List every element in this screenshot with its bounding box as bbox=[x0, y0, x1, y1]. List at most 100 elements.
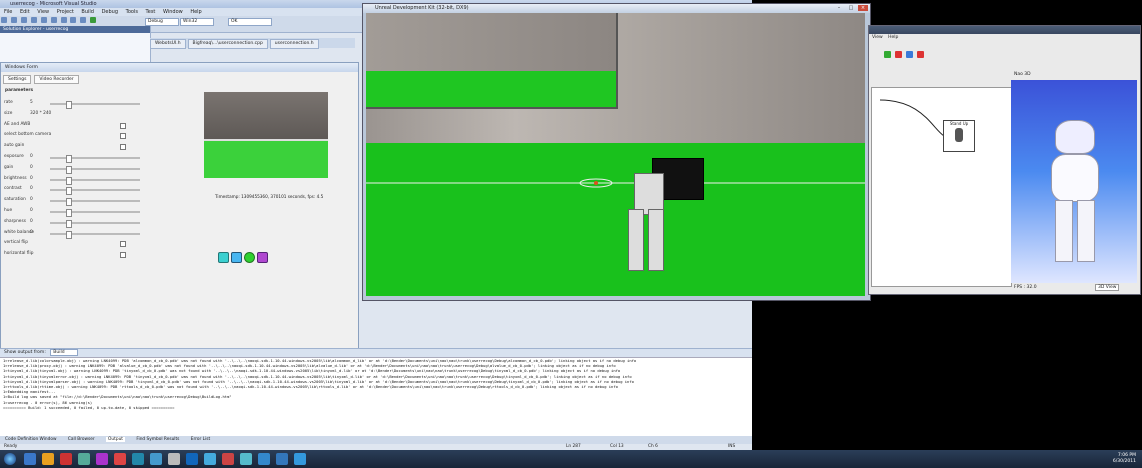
menu-tools[interactable]: Tools bbox=[126, 9, 138, 15]
taskbar: 7:06 PM 6/30/2011 bbox=[0, 450, 1142, 468]
minimize-icon[interactable]: – bbox=[834, 5, 844, 11]
taskbar-app-icon[interactable] bbox=[96, 453, 108, 465]
param-checkbox[interactable] bbox=[120, 144, 126, 151]
param-value[interactable]: 0 bbox=[30, 176, 33, 181]
taskbar-app-icon[interactable] bbox=[60, 453, 72, 465]
cut-icon[interactable] bbox=[40, 17, 47, 23]
doc-tab-userconnection-cpp[interactable]: Bigfreaq\...\userconnection.cpp bbox=[187, 39, 268, 49]
taskbar-app-icon[interactable] bbox=[114, 453, 126, 465]
system-clock[interactable]: 7:06 PM 6/30/2011 bbox=[1113, 453, 1136, 465]
taskbar-app-icon[interactable] bbox=[42, 453, 54, 465]
save-all-icon[interactable] bbox=[30, 17, 37, 23]
menu-view-cho[interactable]: View bbox=[872, 35, 883, 40]
taskbar-app-icon[interactable] bbox=[294, 453, 306, 465]
save-icon[interactable] bbox=[20, 17, 27, 23]
menu-test[interactable]: Test bbox=[146, 9, 156, 15]
taskbar-app-icon[interactable] bbox=[204, 453, 216, 465]
param-value[interactable]: 0 bbox=[30, 154, 33, 159]
param-checkbox[interactable] bbox=[120, 241, 126, 248]
param-value[interactable]: 5 bbox=[30, 100, 33, 105]
stop-icon[interactable] bbox=[894, 51, 902, 58]
snapshot-button[interactable] bbox=[231, 252, 242, 263]
tab-video-recorder[interactable]: Video Recorder bbox=[34, 75, 79, 84]
play-icon[interactable] bbox=[884, 51, 891, 58]
menu-view[interactable]: View bbox=[37, 9, 49, 15]
param-slider[interactable] bbox=[50, 209, 140, 217]
menu-build[interactable]: Build bbox=[81, 9, 94, 15]
menu-project[interactable]: Project bbox=[57, 9, 74, 15]
taskbar-app-icon[interactable] bbox=[240, 453, 252, 465]
connect-icon[interactable] bbox=[905, 51, 913, 58]
undo-icon[interactable] bbox=[70, 17, 77, 23]
menu-debug[interactable]: Debug bbox=[102, 9, 118, 15]
taskbar-app-icon[interactable] bbox=[186, 453, 198, 465]
param-checkbox[interactable] bbox=[120, 133, 126, 140]
output-source-select[interactable]: Build bbox=[50, 349, 78, 356]
param-checkbox[interactable] bbox=[120, 252, 126, 259]
tab-call-browser[interactable]: Call Browser bbox=[68, 437, 95, 442]
param-checkbox[interactable] bbox=[120, 122, 126, 129]
taskbar-app-icon[interactable] bbox=[78, 453, 90, 465]
tab-error-list[interactable]: Error List bbox=[191, 437, 210, 442]
start-debug-icon[interactable] bbox=[90, 17, 97, 23]
open-file-icon[interactable] bbox=[10, 17, 17, 23]
stand-up-box[interactable]: Stand Up bbox=[943, 120, 975, 152]
tab-output[interactable]: Output bbox=[106, 437, 125, 442]
close-icon[interactable]: × bbox=[858, 5, 868, 11]
doc-tab-userconnection-h[interactable]: userconnection.h bbox=[269, 39, 319, 49]
menu-window[interactable]: Window bbox=[163, 9, 183, 15]
param-slider[interactable] bbox=[50, 219, 140, 228]
tab-find-symbol[interactable]: Find Symbol Results bbox=[136, 437, 179, 442]
record-icon[interactable] bbox=[916, 51, 924, 58]
menu-help-cho[interactable]: Help bbox=[888, 35, 898, 40]
param-value[interactable]: 320 * 240 bbox=[30, 111, 51, 116]
param-value[interactable]: 0 bbox=[30, 197, 33, 202]
output-source-label: Show output from: bbox=[4, 350, 46, 355]
param-slider[interactable] bbox=[50, 187, 140, 196]
param-slider[interactable] bbox=[50, 198, 140, 207]
view-mode-select[interactable]: 3D View bbox=[1095, 284, 1120, 291]
vs-title: userrecog - Microsoft Visual Studio bbox=[10, 1, 97, 7]
output-line: ========== Build: 1 succeeded, 0 failed,… bbox=[3, 404, 175, 410]
taskbar-app-icon[interactable] bbox=[24, 453, 36, 465]
preview-wall bbox=[204, 92, 328, 140]
menu-help[interactable]: Help bbox=[190, 9, 201, 15]
maximize-icon[interactable]: □ bbox=[846, 5, 856, 11]
taskbar-app-icon[interactable] bbox=[276, 453, 288, 465]
platform-select[interactable]: Win32 bbox=[180, 18, 214, 26]
new-file-icon[interactable] bbox=[1, 17, 7, 23]
param-slider[interactable] bbox=[50, 101, 140, 109]
tab-code-definition[interactable]: Code Definition Window bbox=[5, 437, 56, 442]
taskbar-app-icon[interactable] bbox=[132, 453, 144, 465]
taskbar-app-icon[interactable] bbox=[168, 453, 180, 465]
paste-icon[interactable] bbox=[60, 17, 67, 23]
param-slider[interactable] bbox=[50, 155, 140, 163]
refresh-button[interactable] bbox=[218, 252, 229, 263]
param-label: sharpness bbox=[4, 218, 26, 224]
redo-icon[interactable] bbox=[80, 17, 87, 23]
param-slider[interactable] bbox=[50, 176, 140, 185]
config-select[interactable]: Debug bbox=[145, 18, 179, 26]
param-slider[interactable] bbox=[50, 230, 140, 239]
choregraphe-toolbar bbox=[883, 50, 925, 61]
menu-edit[interactable]: Edit bbox=[20, 9, 30, 15]
taskbar-app-icon[interactable] bbox=[222, 453, 234, 465]
taskbar-app-icon[interactable] bbox=[258, 453, 270, 465]
menu-file[interactable]: File bbox=[4, 9, 12, 15]
param-slider[interactable] bbox=[50, 165, 140, 174]
copy-icon[interactable] bbox=[50, 17, 57, 23]
tab-settings[interactable]: Settings bbox=[3, 75, 32, 84]
nao-right-leg bbox=[1077, 200, 1095, 262]
param-value[interactable]: 0 bbox=[30, 165, 33, 170]
param-value[interactable]: 0 bbox=[30, 186, 33, 191]
play-button[interactable] bbox=[244, 252, 255, 263]
doc-tab-webotsui[interactable]: WebotsUI.h bbox=[150, 39, 186, 49]
taskbar-app-icon[interactable] bbox=[150, 453, 162, 465]
flow-connections bbox=[879, 99, 945, 137]
param-value[interactable]: 0 bbox=[30, 230, 33, 235]
param-value[interactable]: 0 bbox=[30, 219, 33, 224]
record-button[interactable] bbox=[257, 252, 268, 263]
start-button[interactable] bbox=[4, 453, 16, 465]
find-combo[interactable]: OK bbox=[228, 18, 272, 26]
param-value[interactable]: 0 bbox=[30, 208, 33, 213]
